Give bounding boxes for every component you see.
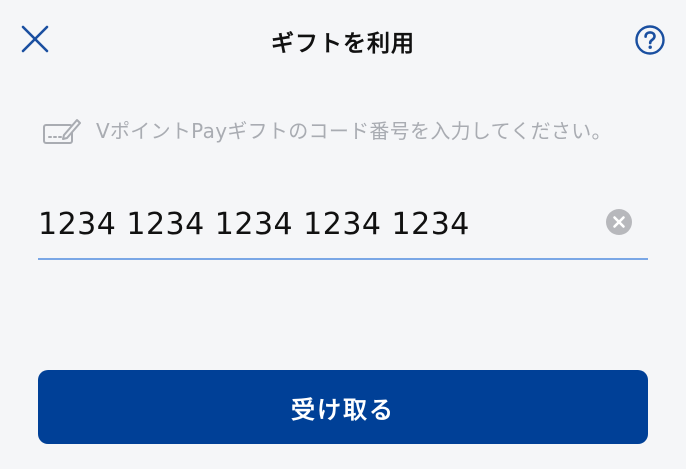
clear-circle-icon <box>606 209 632 235</box>
gift-code-field <box>38 192 648 260</box>
header: ギフトを利用 <box>0 0 686 84</box>
help-circle-icon <box>635 25 665 55</box>
help-button[interactable] <box>634 24 666 56</box>
gift-code-input[interactable] <box>38 202 588 246</box>
pencil-card-icon <box>42 114 82 148</box>
receive-button[interactable]: 受け取る <box>38 370 648 444</box>
page-title: ギフトを利用 <box>271 31 415 57</box>
hint-row: VポイントPayギフトのコード番号を入力してください。 <box>42 112 652 172</box>
clear-input-button[interactable] <box>605 208 633 236</box>
hint-text: VポイントPayギフトのコード番号を入力してください。 <box>96 119 612 143</box>
